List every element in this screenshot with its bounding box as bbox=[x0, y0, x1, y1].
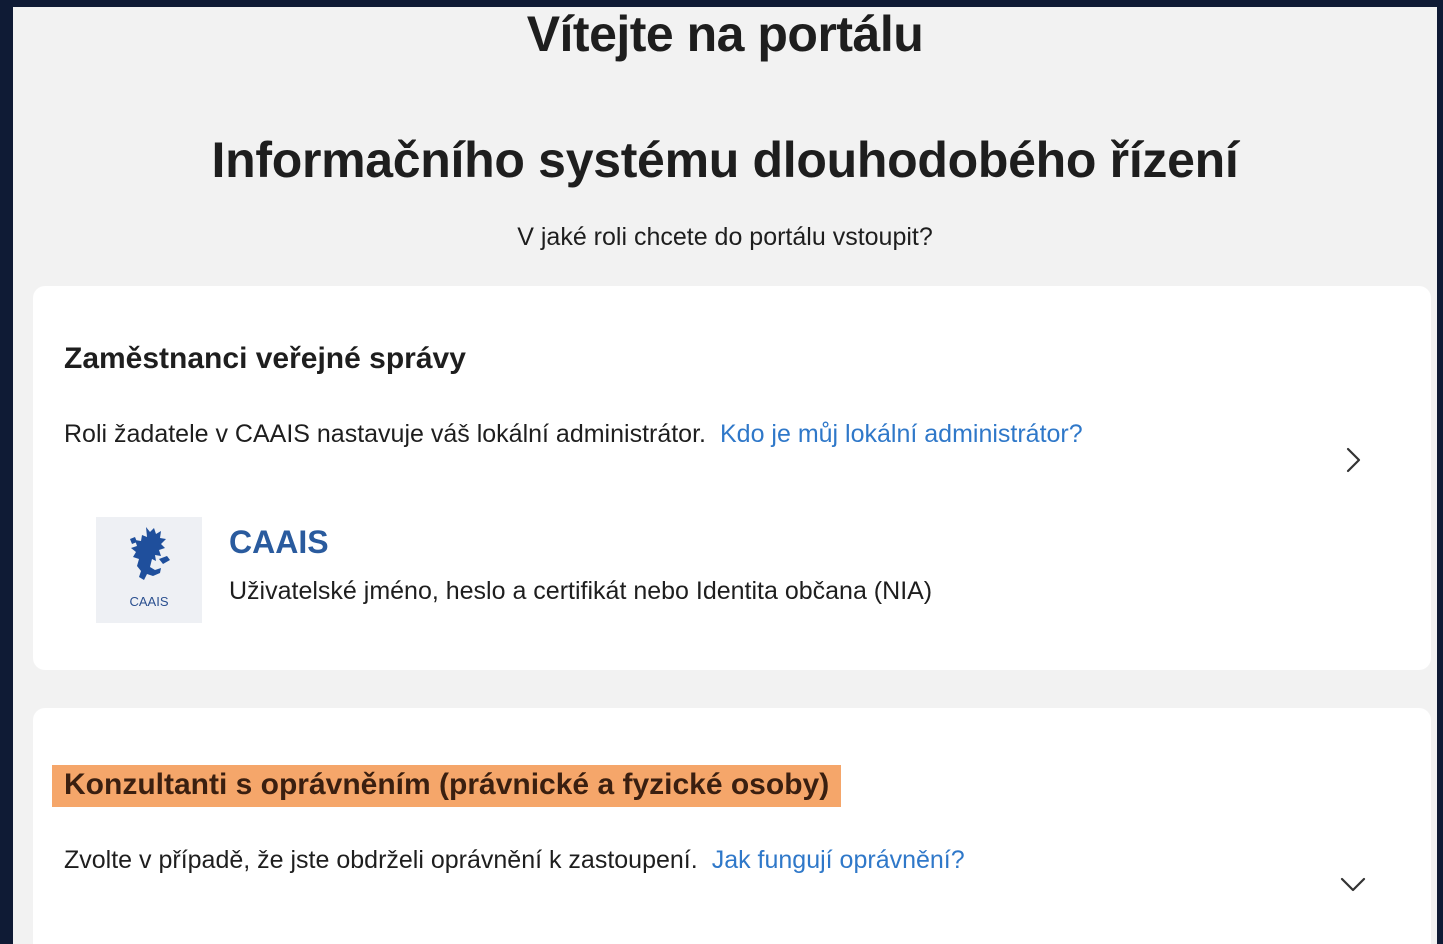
welcome-title: Vítejte na portálu bbox=[526, 7, 924, 62]
caais-logo-text: CAAIS bbox=[129, 594, 169, 609]
authorization-help-link[interactable]: Jak fungují oprávnění? bbox=[712, 846, 965, 874]
role-question: V jaké roli chcete do portálu vstoupit? bbox=[517, 223, 933, 251]
consultants-description: Zvolte v případě, že jste obdrželi opráv… bbox=[64, 846, 965, 875]
employees-role-card[interactable]: Zaměstnanci veřejné správy Roli žadatele… bbox=[33, 286, 1431, 670]
employees-description-text: Roli žadatele v CAAIS nastavuje váš loká… bbox=[64, 420, 706, 448]
portal-viewport: Vítejte na portálu Informačního systému … bbox=[13, 7, 1437, 944]
employees-description: Roli žadatele v CAAIS nastavuje váš loká… bbox=[64, 420, 1083, 449]
czech-lion-icon bbox=[130, 527, 170, 580]
caais-provider-description: Uživatelské jméno, heslo a certifikát ne… bbox=[229, 577, 933, 605]
employees-heading: Zaměstnanci veřejné správy bbox=[64, 342, 466, 375]
caais-logo: CAAIS bbox=[96, 517, 202, 623]
caais-provider-name: CAAIS bbox=[229, 524, 329, 560]
consultants-description-text: Zvolte v případě, že jste obdrželi opráv… bbox=[64, 846, 698, 874]
system-title: Informačního systému dlouhodobého řízení bbox=[211, 132, 1239, 188]
chevron-down-icon[interactable] bbox=[1338, 869, 1368, 899]
consultants-heading: Konzultanti s oprávněním (právnické a fy… bbox=[52, 765, 842, 807]
consultants-role-card[interactable]: Konzultanti s oprávněním (právnické a fy… bbox=[33, 708, 1431, 944]
chevron-right-icon[interactable] bbox=[1338, 445, 1368, 475]
caais-login-option[interactable]: CAAIS CAAIS Uživatelské jméno, heslo a c… bbox=[96, 517, 1096, 623]
local-admin-help-link[interactable]: Kdo je můj lokální administrátor? bbox=[720, 420, 1083, 448]
